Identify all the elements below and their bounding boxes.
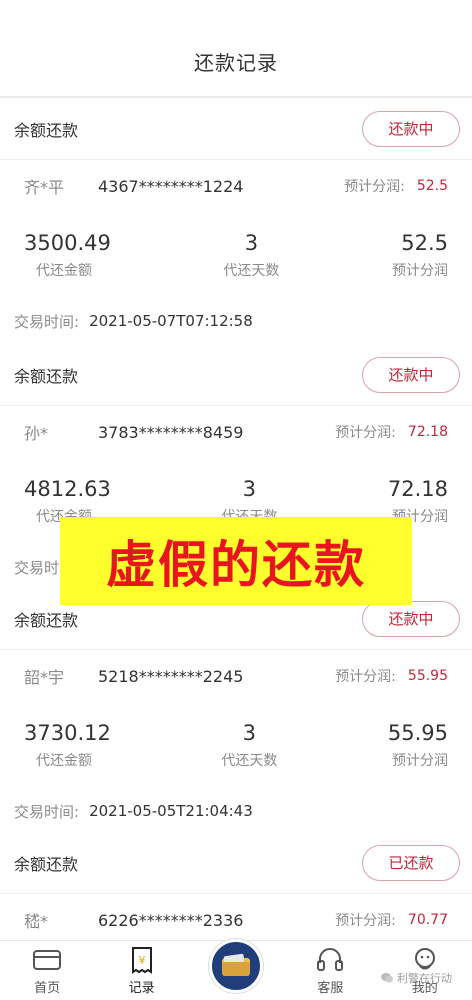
record-type: 余额还款: [14, 610, 79, 630]
profit-amount: 72.18: [387, 477, 448, 501]
est-profit-value: 70.77: [407, 912, 448, 928]
wallet-card-icon: [208, 938, 263, 993]
profit-label: 预计分润: [392, 753, 448, 769]
tab-home-label: 首页: [34, 981, 61, 996]
est-profit-label: 预计分润:: [335, 913, 396, 929]
tab-service[interactable]: 客服: [295, 945, 365, 996]
status-button[interactable]: 还款中: [362, 110, 460, 147]
card-number: 3783********8459: [98, 422, 244, 442]
status-button[interactable]: 还款中: [362, 600, 460, 637]
customer-name: 齐*平: [24, 178, 65, 197]
record-type: 余额还款: [14, 120, 79, 140]
tab-home[interactable]: 首页: [12, 945, 82, 996]
est-profit-label: 预计分润:: [335, 669, 396, 685]
receipt-icon: ¥: [128, 945, 156, 975]
est-profit-label: 预计分润:: [344, 179, 405, 195]
watermark-text: 利警在行动: [397, 972, 452, 985]
time-value: 2021-05-07T07:12:58: [89, 312, 253, 330]
record-card[interactable]: 余额还款 还款中 齐*平 4367********1224 预计分润: 52.5…: [0, 98, 472, 344]
repay-amount-label: 代还金额: [36, 263, 92, 279]
customer-name: 韶*宇: [24, 668, 65, 687]
time-label: 交易时间:: [14, 802, 80, 821]
status-button[interactable]: 已还款: [362, 844, 460, 881]
watermark: 利警在行动: [380, 970, 452, 986]
profit-label: 预计分润: [392, 263, 448, 279]
est-profit-value: 55.95: [407, 668, 448, 684]
chat-bubble-icon: [381, 973, 393, 983]
repay-amount: 3500.49: [24, 231, 111, 255]
card-number: 6226********2336: [98, 910, 244, 930]
record-type: 余额还款: [14, 854, 79, 874]
svg-text:¥: ¥: [138, 954, 145, 967]
tab-service-label: 客服: [317, 981, 344, 996]
tab-center[interactable]: [201, 938, 271, 993]
card-number: 4367********1224: [98, 176, 244, 196]
repay-days: 3: [242, 721, 257, 745]
record-card[interactable]: 余额还款 已还款 嵇* 6226********2336 预计分润: 70.77: [0, 832, 472, 940]
repay-amount: 3730.12: [24, 721, 111, 745]
repay-amount: 4812.63: [24, 477, 111, 501]
card-number: 5218********2245: [98, 666, 244, 686]
profit-amount: 55.95: [387, 721, 448, 745]
record-type: 余额还款: [14, 366, 79, 386]
record-card[interactable]: 余额还款 还款中 韶*宇 5218********2245 预计分润: 55.9…: [0, 588, 472, 834]
customer-name: 嵇*: [24, 912, 49, 931]
wallet-icon: [32, 945, 62, 975]
customer-name: 孙*: [24, 424, 49, 443]
repay-days-label: 代还天数: [223, 263, 280, 279]
repay-days: 3: [242, 477, 257, 501]
repay-days: 3: [244, 231, 259, 255]
tab-records-label: 记录: [128, 981, 155, 996]
est-profit-label: 预计分润:: [335, 425, 396, 441]
repay-days-label: 代还天数: [221, 753, 278, 769]
repay-amount-label: 代还金额: [36, 753, 92, 769]
tab-records[interactable]: ¥ 记录: [107, 945, 177, 996]
page-title: 还款记录: [194, 51, 278, 75]
page-header: 还款记录: [0, 0, 472, 96]
est-profit-value: 72.18: [407, 424, 448, 440]
headset-icon: [316, 945, 344, 975]
profit-amount: 52.5: [401, 231, 448, 255]
warning-overlay-text: 虚假的还款: [106, 536, 366, 594]
time-value: 2021-05-05T21:04:43: [89, 802, 253, 820]
time-label: 交易时间:: [14, 312, 80, 331]
warning-overlay: 虚假的还款: [60, 517, 412, 605]
status-button[interactable]: 还款中: [362, 356, 460, 393]
est-profit-value: 52.5: [416, 178, 448, 194]
